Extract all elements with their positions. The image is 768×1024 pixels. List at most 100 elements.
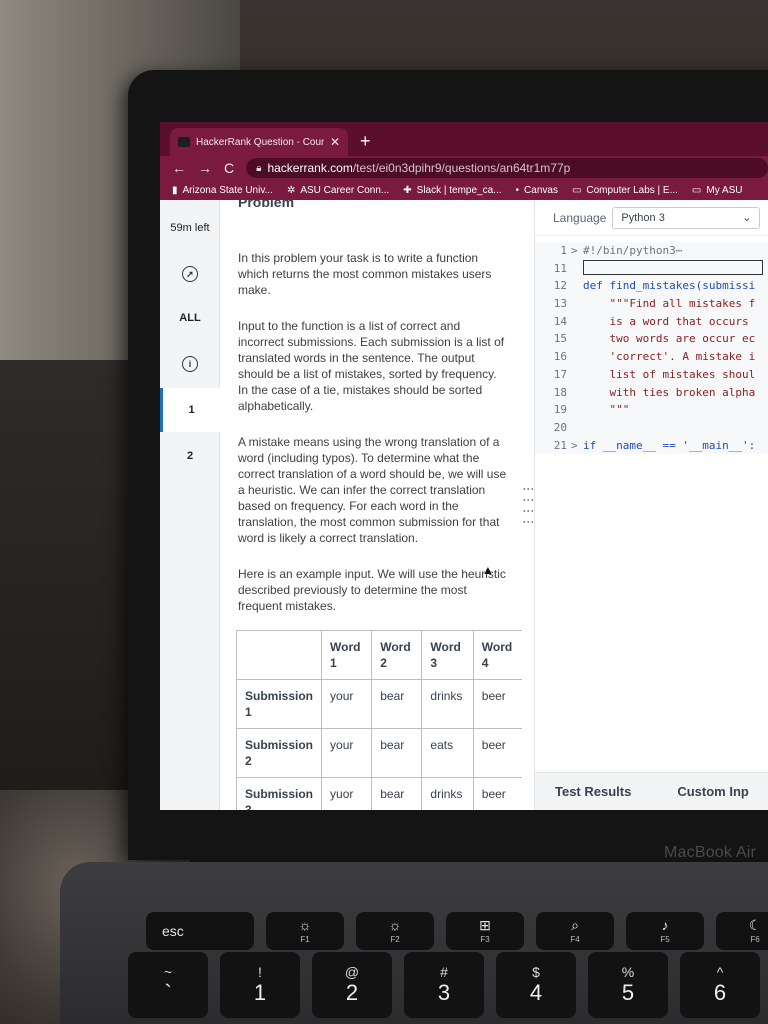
table-row: Submission 3 yuor bear drinks beer: [235, 777, 522, 810]
sidebar-item-question-1[interactable]: 1: [160, 388, 220, 432]
line-number: 12: [553, 279, 567, 293]
sidebar-item-all[interactable]: ALL: [160, 296, 220, 340]
key-f5[interactable]: ♪ F5: [626, 912, 704, 950]
fold-arrow-icon[interactable]: [571, 277, 583, 295]
fold-arrow-icon[interactable]: >: [571, 242, 583, 260]
key-4[interactable]: $4: [496, 952, 576, 1018]
key-1[interactable]: ! 1: [220, 952, 300, 1018]
key-5[interactable]: % 5: [588, 952, 668, 1018]
fold-arrow-icon[interactable]: [571, 366, 583, 384]
bookmark-asu[interactable]: ▮ Arizona State Univ...: [172, 185, 273, 196]
fold-arrow-icon[interactable]: [571, 295, 583, 313]
code-text: [583, 259, 763, 275]
close-tab-icon[interactable]: ✕: [330, 135, 340, 149]
sidebar-toggle[interactable]: ➚: [160, 252, 220, 296]
line-number: 18: [553, 385, 567, 399]
code-line[interactable]: 15 two words are occur ec: [535, 330, 768, 348]
code-text: #!/bin/python3⋯: [583, 244, 683, 257]
code-line[interactable]: 16 'correct'. A mistake i: [535, 348, 768, 366]
time-remaining: 59m left: [170, 222, 210, 234]
tab-test-results[interactable]: Test Results: [555, 784, 631, 799]
browser-tab-strip: HackerRank Question - Counti ✕ +: [160, 122, 768, 156]
hackerrank-page: 59m left ➚ ALL i 1 2 Problem In this pro…: [160, 200, 768, 810]
key-shift-symbol: ^: [716, 964, 724, 980]
fold-arrow-icon[interactable]: [571, 313, 583, 331]
key-f3[interactable]: ⊞ F3: [446, 912, 524, 950]
table-cell: bear: [371, 679, 423, 729]
tab-custom-input[interactable]: Custom Inp: [677, 784, 749, 799]
key-`[interactable]: ~ `: [128, 952, 208, 1018]
question-sidebar: 59m left ➚ ALL i 1 2: [160, 200, 220, 810]
code-line[interactable]: 12 def find_mistakes(submissi: [535, 277, 768, 295]
code-text: if __name__ == '__main__':: [583, 438, 756, 452]
bookmark-canvas[interactable]: • Canvas: [516, 185, 558, 196]
code-line[interactable]: 20: [535, 419, 768, 437]
bookmark-asu-career[interactable]: ✲ ASU Career Conn...: [287, 185, 389, 196]
code-line[interactable]: 21 > if __name__ == '__main__':: [535, 437, 768, 455]
canvas-bookmark-icon: •: [515, 184, 520, 196]
code-text: """Find all mistakes f: [583, 297, 756, 311]
line-number: 14: [553, 314, 567, 328]
fold-arrow-icon[interactable]: [571, 401, 583, 419]
key-icon: ⊞: [479, 917, 491, 933]
key-symbol: `: [164, 980, 172, 1005]
key-2[interactable]: @2: [312, 952, 392, 1018]
table-header-cell: [235, 630, 323, 680]
key-shift-symbol: ~: [163, 964, 173, 980]
key-f6[interactable]: ☾ F6: [716, 912, 768, 950]
fold-arrow-icon[interactable]: [571, 419, 583, 437]
sidebar-item-info[interactable]: i: [160, 342, 220, 386]
key-label: F1: [300, 935, 310, 944]
key-esc[interactable]: esc: [146, 912, 254, 950]
number-key-row: ~ `! 1 @2 #3 $4% 5 ^ 6: [128, 952, 760, 1018]
key-3[interactable]: #3: [404, 952, 484, 1018]
browser-tab[interactable]: HackerRank Question - Counti ✕: [170, 128, 348, 156]
key-shift-symbol: !: [258, 964, 262, 980]
hackerrank-favicon-icon: [178, 137, 190, 147]
code-text: list of mistakes shoul: [583, 367, 756, 381]
problem-heading: Problem: [238, 200, 295, 210]
code-line[interactable]: 14 is a word that occurs: [535, 313, 768, 331]
problem-paragraph-3: A mistake means using the wrong translat…: [238, 435, 507, 545]
key-f4[interactable]: ⌕ F4: [536, 912, 614, 950]
key-f1[interactable]: ☼ F1: [266, 912, 344, 950]
fold-arrow-icon[interactable]: >: [571, 437, 583, 455]
address-bar[interactable]: 🔒︎ hackerrank.com/test/ei0n3dpihr9/quest…: [246, 158, 768, 178]
sidebar-item-question-2[interactable]: 2: [160, 434, 220, 478]
code-line[interactable]: 1 > #!/bin/python3⋯: [535, 242, 768, 260]
line-number: 13: [553, 297, 567, 311]
reload-icon[interactable]: C: [224, 160, 234, 176]
bookmark-slack[interactable]: ✚ Slack | tempe_ca...: [403, 185, 501, 196]
code-line[interactable]: 13 """Find all mistakes f: [535, 295, 768, 313]
key-symbol: 5: [621, 980, 635, 1005]
slack-bookmark-icon: ✚: [403, 184, 412, 196]
fold-arrow-icon[interactable]: [571, 260, 583, 278]
browser-toolbar: ← → C 🔒︎ hackerrank.com/test/ei0n3dpihr9…: [160, 156, 768, 180]
fold-arrow-icon[interactable]: [571, 348, 583, 366]
bookmark-computer-labs[interactable]: ▭ Computer Labs | E...: [572, 185, 678, 196]
forward-arrow-icon[interactable]: →: [198, 160, 212, 176]
key-label: F3: [480, 935, 490, 944]
pane-resize-handle[interactable]: ⋮⋮⋮⋮: [522, 200, 536, 810]
key-f2[interactable]: ☼ F2: [356, 912, 434, 950]
key-icon: esc: [162, 923, 184, 939]
line-number: 21: [553, 438, 567, 452]
key-6[interactable]: ^ 6: [680, 952, 760, 1018]
code-line[interactable]: 11: [535, 259, 768, 278]
key-shift-symbol: %: [621, 964, 635, 980]
fold-arrow-icon[interactable]: [571, 384, 583, 402]
code-text: 'correct'. A mistake i: [583, 350, 756, 364]
code-text: with ties broken alpha: [583, 385, 756, 399]
code-line[interactable]: 18 with ties broken alpha: [535, 384, 768, 402]
fold-arrow-icon[interactable]: [571, 330, 583, 348]
code-text: """: [583, 403, 630, 417]
code-line[interactable]: 19 """: [535, 401, 768, 419]
code-area[interactable]: 1 > #!/bin/python3⋯ 11 12 def find_mistakes(s…: [535, 242, 768, 455]
language-select[interactable]: Python 3 ⌄: [612, 206, 761, 229]
key-icon: ☾: [748, 917, 762, 933]
back-arrow-icon[interactable]: ←: [172, 160, 186, 176]
code-line[interactable]: 17 list of mistakes shoul: [535, 366, 768, 384]
key-symbol: 6: [713, 980, 727, 1005]
new-tab-button[interactable]: +: [360, 131, 371, 152]
bookmark-my-asu[interactable]: ▭ My ASU: [692, 185, 743, 196]
